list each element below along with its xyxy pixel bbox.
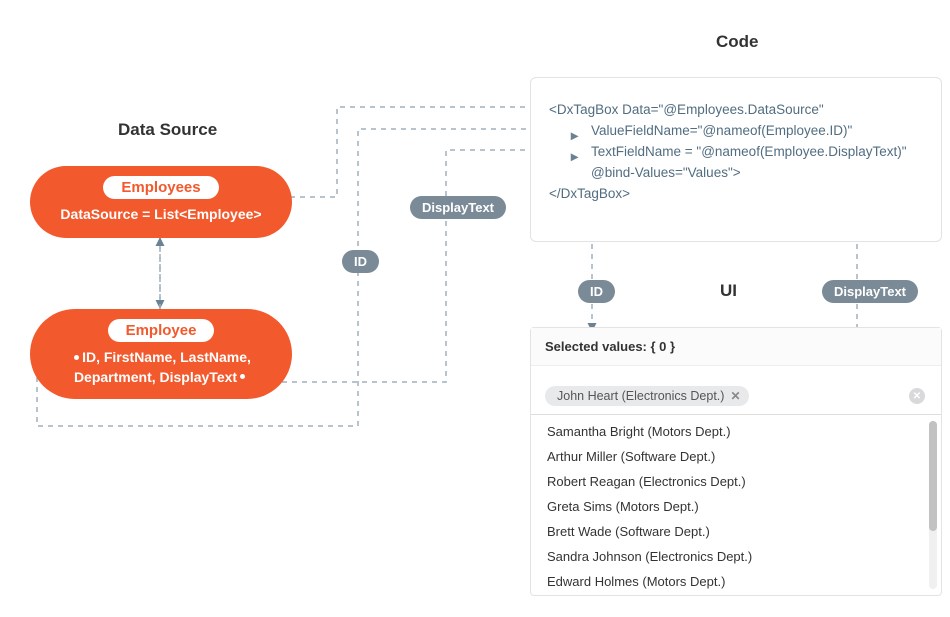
code-line-5: </DxTagBox>: [549, 184, 923, 205]
employee-fields-line2: Department, DisplayText: [74, 369, 248, 385]
employees-subtitle: DataSource = List<Employee>: [30, 199, 292, 237]
code-line-2: ▸ValueFieldName="@nameof(Employee.ID)": [549, 121, 923, 142]
tag-chip-label: John Heart (Electronics Dept.): [557, 389, 724, 403]
badge-id-left: ID: [342, 250, 379, 273]
badge-displaytext-left: DisplayText: [410, 196, 506, 219]
list-item[interactable]: Brett Wade (Software Dept.): [531, 519, 941, 544]
badge-id-right: ID: [578, 280, 615, 303]
employee-blob: Employee ID, FirstName, LastName, Depart…: [30, 309, 292, 399]
code-line-3: ▸TextFieldName = "@nameof(Employee.Displ…: [549, 142, 923, 163]
code-line-1: <DxTagBox Data="@Employees.DataSource": [549, 100, 923, 121]
tagbox-input-row[interactable]: John Heart (Electronics Dept.) ✕ ✕: [531, 366, 941, 414]
list-item[interactable]: Greta Sims (Motors Dept.): [531, 494, 941, 519]
selected-values-label: Selected values: { 0 }: [531, 328, 941, 366]
employee-title-pill: Employee: [108, 319, 215, 342]
section-heading-code: Code: [716, 32, 759, 52]
tag-chip[interactable]: John Heart (Electronics Dept.) ✕: [545, 386, 749, 406]
badge-displaytext-right: DisplayText: [822, 280, 918, 303]
tag-remove-icon[interactable]: ✕: [730, 389, 740, 403]
scrollbar-thumb[interactable]: [929, 421, 937, 531]
employees-title-pill: Employees: [103, 176, 218, 199]
list-item[interactable]: Sandra Johnson (Electronics Dept.): [531, 544, 941, 569]
section-heading-ui: UI: [720, 281, 737, 301]
dropdown-list: Samantha Bright (Motors Dept.) Arthur Mi…: [531, 414, 941, 595]
section-heading-datasource: Data Source: [118, 120, 217, 140]
employee-fields-line1: ID, FirstName, LastName,: [71, 349, 251, 365]
code-panel: <DxTagBox Data="@Employees.DataSource" ▸…: [530, 77, 942, 242]
list-item[interactable]: Edward Holmes (Motors Dept.): [531, 569, 941, 594]
code-line-4: @bind-Values="Values">: [549, 163, 923, 184]
list-item[interactable]: Robert Reagan (Electronics Dept.): [531, 469, 941, 494]
list-item[interactable]: Arthur Miller (Software Dept.): [531, 444, 941, 469]
employees-blob: Employees DataSource = List<Employee>: [30, 166, 292, 238]
list-item[interactable]: Samantha Bright (Motors Dept.): [531, 419, 941, 444]
ui-panel: Selected values: { 0 } John Heart (Elect…: [530, 327, 942, 596]
clear-all-icon[interactable]: ✕: [909, 388, 925, 404]
